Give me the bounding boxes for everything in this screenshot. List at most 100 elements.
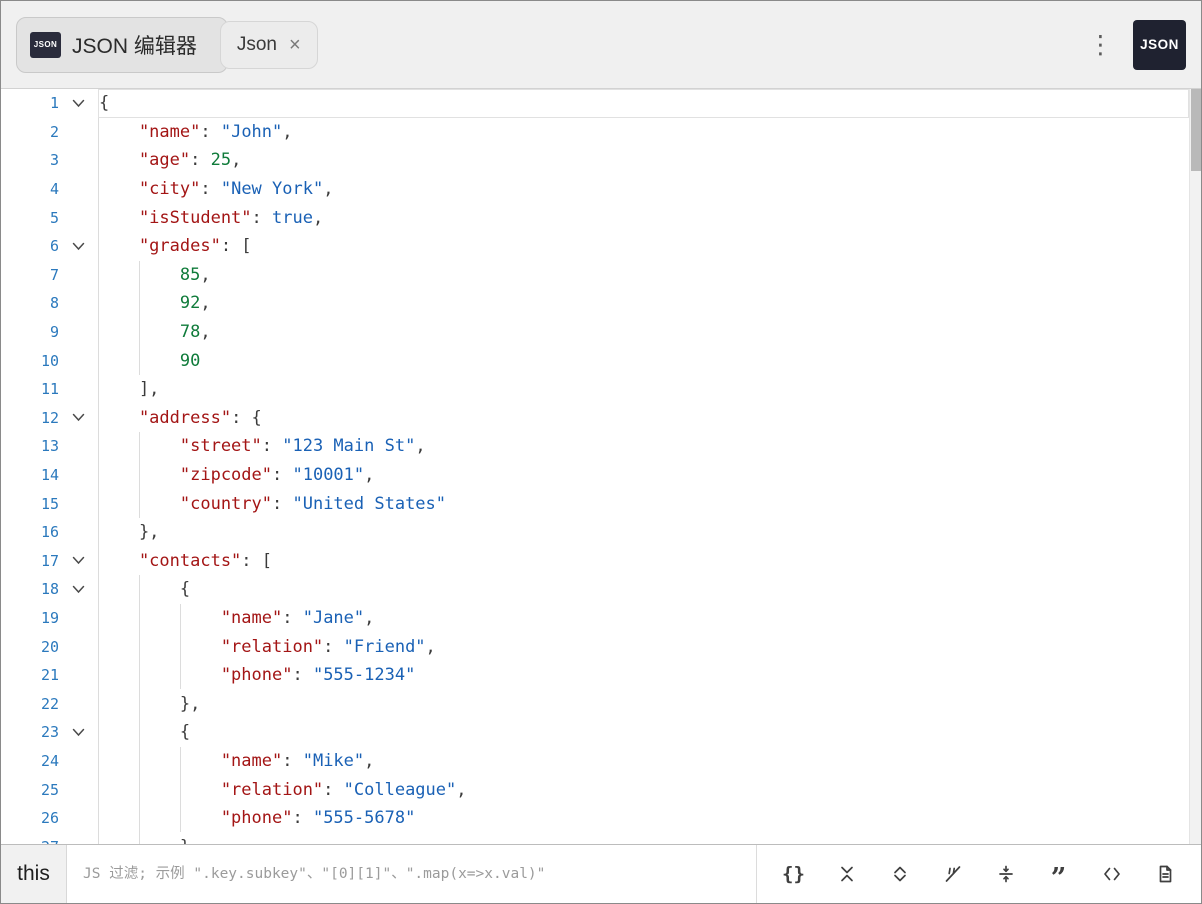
- code-line[interactable]: 6"grades": [: [1, 232, 1189, 261]
- token: ,: [415, 436, 425, 456]
- code-line[interactable]: 12"address": {: [1, 404, 1189, 433]
- line-number: 19: [1, 609, 59, 627]
- code-text[interactable]: 90: [98, 346, 1189, 375]
- code-line[interactable]: 892,: [1, 289, 1189, 318]
- code-text[interactable]: },: [98, 518, 1189, 547]
- indent-guide: [98, 518, 139, 547]
- code-text[interactable]: "country": "United States": [98, 489, 1189, 518]
- join-lines-icon[interactable]: [979, 853, 1032, 895]
- code-text[interactable]: 78,: [98, 318, 1189, 347]
- code-line[interactable]: 21 "phone": "555-1234": [1, 661, 1189, 690]
- indent-guide: [98, 375, 139, 404]
- filter-input[interactable]: [67, 845, 756, 903]
- code-text[interactable]: "city": "New York",: [98, 175, 1189, 204]
- code-line[interactable]: 23 {: [1, 718, 1189, 747]
- token: {: [180, 722, 190, 742]
- scrollbar-thumb[interactable]: [1191, 89, 1201, 171]
- code-text[interactable]: },: [98, 689, 1189, 718]
- code-line[interactable]: 2"name": "John",: [1, 118, 1189, 147]
- line-number: 27: [1, 838, 59, 844]
- code-text[interactable]: "contacts": [: [98, 547, 1189, 576]
- line-number: 5: [1, 209, 59, 227]
- token: "Friend": [344, 637, 426, 657]
- quotes-icon[interactable]: ”: [1032, 853, 1085, 895]
- code-line[interactable]: 15"country": "United States": [1, 489, 1189, 518]
- format-braces-icon[interactable]: {}: [767, 853, 820, 895]
- line-number: 1: [1, 94, 59, 112]
- code-text[interactable]: }: [98, 832, 1189, 844]
- code-text[interactable]: {: [98, 575, 1189, 604]
- code-line[interactable]: 24"name": "Mike",: [1, 747, 1189, 776]
- code-line[interactable]: 1{: [1, 89, 1189, 118]
- code-line[interactable]: 1090: [1, 346, 1189, 375]
- tab-json-document[interactable]: Json ×: [220, 21, 318, 69]
- code-text[interactable]: "phone": "555-1234": [98, 661, 1189, 690]
- document-icon[interactable]: [1138, 853, 1191, 895]
- code-text[interactable]: "zipcode": "10001",: [98, 461, 1189, 490]
- fold-toggle-icon[interactable]: [59, 556, 98, 565]
- code-text[interactable]: "isStudent": true,: [98, 203, 1189, 232]
- code-line[interactable]: 5 "isStudent": true,: [1, 203, 1189, 232]
- indent-guide: [98, 489, 139, 518]
- token: ,: [456, 780, 466, 800]
- token: :: [262, 436, 282, 456]
- code-text[interactable]: {: [98, 89, 1189, 118]
- collapse-all-icon[interactable]: [820, 853, 873, 895]
- fold-toggle-icon[interactable]: [59, 242, 98, 251]
- code-line[interactable]: 3"age": 25,: [1, 146, 1189, 175]
- code-text[interactable]: "name": "Mike",: [98, 747, 1189, 776]
- code-text[interactable]: "phone": "555-5678": [98, 804, 1189, 833]
- indent-guide: [98, 804, 139, 833]
- code-line[interactable]: 4"city": "New York",: [1, 175, 1189, 204]
- code-text[interactable]: "age": 25,: [98, 146, 1189, 175]
- strip-escapes-icon[interactable]: [926, 853, 979, 895]
- code-text[interactable]: "street": "123 Main St",: [98, 432, 1189, 461]
- code-line[interactable]: 13"street": "123 Main St",: [1, 432, 1189, 461]
- fold-toggle-icon[interactable]: [59, 99, 98, 108]
- fold-toggle-icon[interactable]: [59, 413, 98, 422]
- code-line[interactable]: 14"zipcode": "10001",: [1, 461, 1189, 490]
- code-line[interactable]: 27}: [1, 832, 1189, 844]
- code-text[interactable]: "address": {: [98, 404, 1189, 433]
- indent-guide: [139, 661, 180, 690]
- token: ,: [282, 122, 292, 142]
- code-view-icon[interactable]: [1085, 853, 1138, 895]
- code-text[interactable]: "relation": "Friend",: [98, 632, 1189, 661]
- gutter: 27: [1, 832, 98, 844]
- line-number: 9: [1, 323, 59, 341]
- code-text[interactable]: "name": "John",: [98, 118, 1189, 147]
- code-line[interactable]: 26"phone": "555-5678": [1, 804, 1189, 833]
- gutter: 23: [1, 718, 98, 747]
- code-text[interactable]: "relation": "Colleague",: [98, 775, 1189, 804]
- code-line[interactable]: 22},: [1, 689, 1189, 718]
- fold-toggle-icon[interactable]: [59, 728, 98, 737]
- code-line[interactable]: 18{: [1, 575, 1189, 604]
- code-text[interactable]: 85,: [98, 261, 1189, 290]
- expand-all-icon[interactable]: [873, 853, 926, 895]
- line-number: 21: [1, 666, 59, 684]
- code-line[interactable]: 17"contacts": [: [1, 547, 1189, 576]
- code-line[interactable]: 785,: [1, 261, 1189, 290]
- vertical-scrollbar[interactable]: [1189, 89, 1201, 844]
- code-line[interactable]: 19 "name": "Jane",: [1, 604, 1189, 633]
- code-line[interactable]: 9 78,: [1, 318, 1189, 347]
- code-line[interactable]: 20"relation": "Friend",: [1, 632, 1189, 661]
- tab-json-editor[interactable]: JSON JSON 编辑器: [16, 17, 228, 73]
- token: ,: [313, 208, 323, 228]
- json-editor[interactable]: 1{2"name": "John",3"age": 25,4"city": "N…: [1, 89, 1201, 844]
- token: ,: [323, 179, 333, 199]
- indent-guide: [98, 432, 139, 461]
- code-text[interactable]: ],: [98, 375, 1189, 404]
- code-text[interactable]: "grades": [: [98, 232, 1189, 261]
- code-text[interactable]: 92,: [98, 289, 1189, 318]
- indent-guide: [139, 346, 180, 375]
- kebab-menu-icon[interactable]: ⋮: [1080, 30, 1121, 60]
- token: "name": [221, 751, 282, 771]
- code-line[interactable]: 16},: [1, 518, 1189, 547]
- code-line[interactable]: 25"relation": "Colleague",: [1, 775, 1189, 804]
- code-text[interactable]: "name": "Jane",: [98, 604, 1189, 633]
- code-line[interactable]: 11],: [1, 375, 1189, 404]
- code-text[interactable]: {: [98, 718, 1189, 747]
- close-icon[interactable]: ×: [289, 35, 301, 55]
- fold-toggle-icon[interactable]: [59, 585, 98, 594]
